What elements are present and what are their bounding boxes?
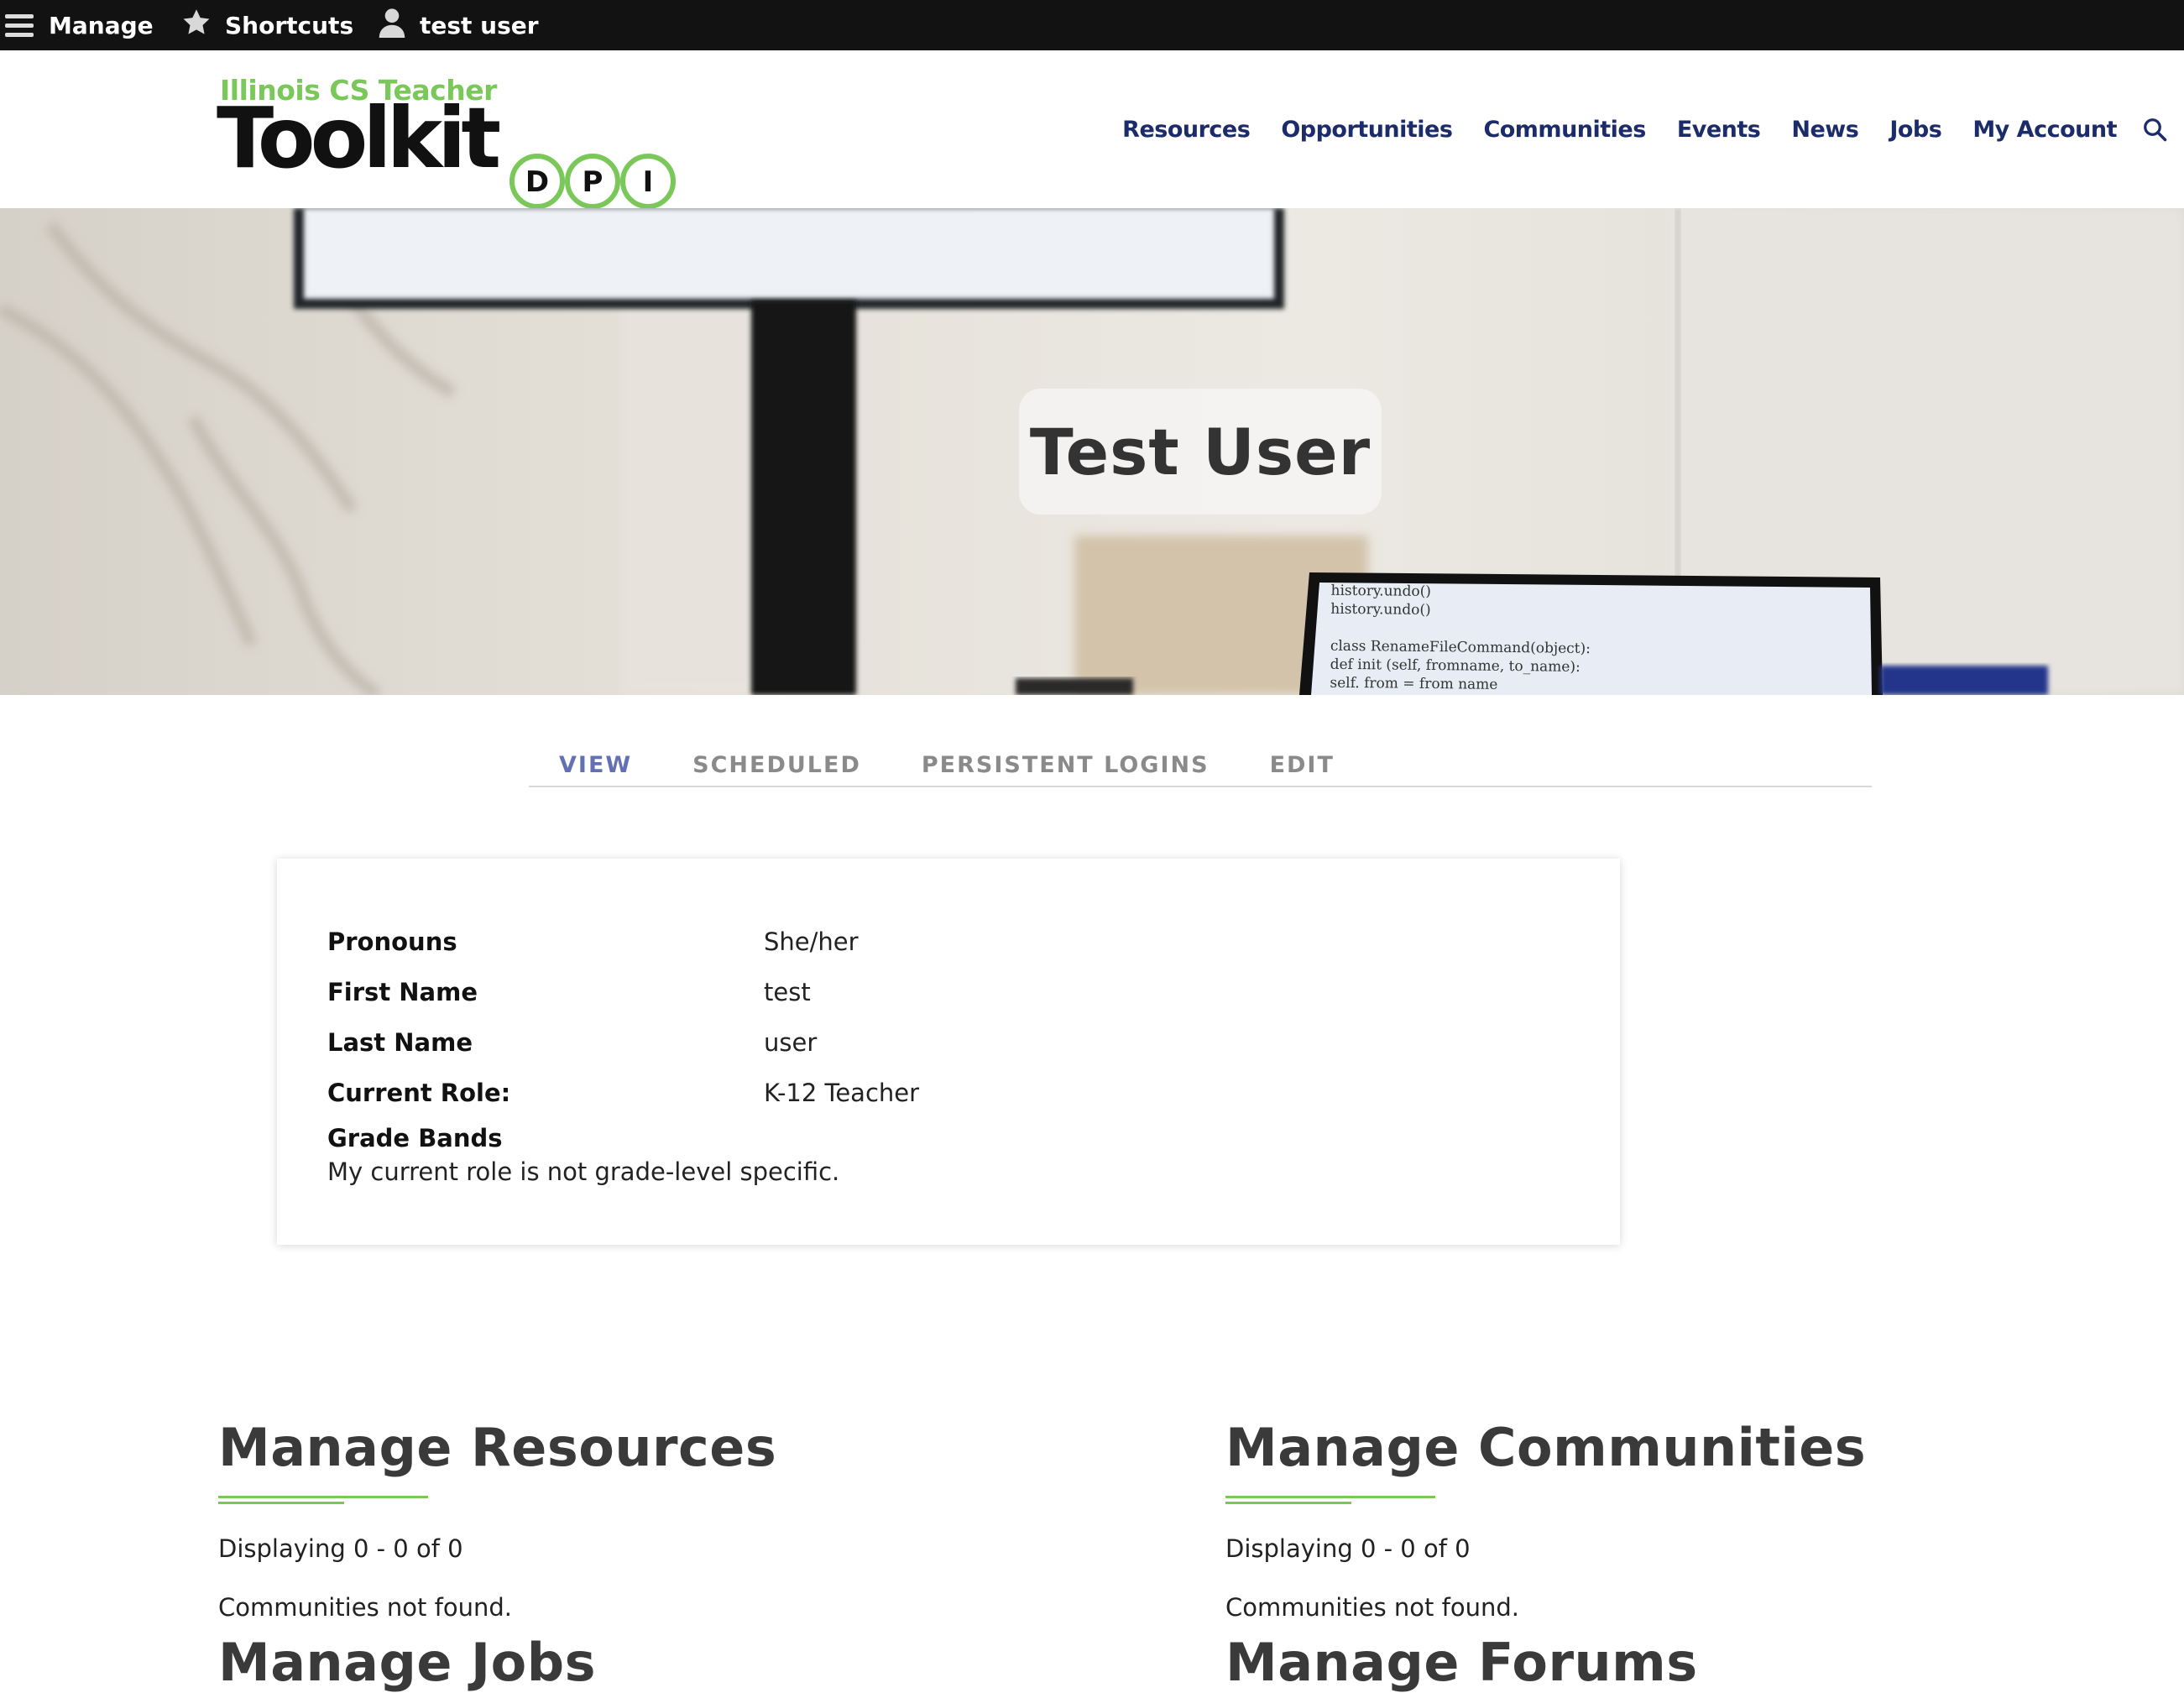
person-icon <box>378 8 406 44</box>
nav-resources[interactable]: Resources <box>1122 117 1251 143</box>
empty-message: Communities not found. <box>1225 1593 1519 1622</box>
user-tabs: VIEW SCHEDULED PERSISTENT LOGINS EDIT <box>529 739 1872 787</box>
grade-bands-value: My current role is not grade-level speci… <box>327 1157 840 1186</box>
shortcuts-label: Shortcuts <box>225 11 354 39</box>
nav-jobs[interactable]: Jobs <box>1889 117 1942 143</box>
result-count: Displaying 0 - 0 of 0 <box>1225 1534 1471 1563</box>
section-underline <box>218 1502 344 1504</box>
manage-label: Manage <box>49 11 154 39</box>
badge-letter-d: D <box>525 165 549 199</box>
page-title-box: Test User <box>1019 389 1382 515</box>
site-header: Illinois CS Teacher Toolkit D P I Resour… <box>0 50 2184 209</box>
section-title: Manage Resources <box>218 1417 777 1478</box>
field-label: Last Name <box>327 1028 473 1057</box>
star-icon <box>181 8 212 44</box>
field-value: K-12 Teacher <box>764 1079 920 1107</box>
laptop-code: history.undo() history.undo() class Rena… <box>1330 582 1851 695</box>
result-count: Displaying 0 - 0 of 0 <box>218 1534 463 1563</box>
user-label: test user <box>420 11 539 39</box>
nav-opportunities[interactable]: Opportunities <box>1281 117 1453 143</box>
dpi-badge: D P I <box>509 154 676 209</box>
search-icon[interactable] <box>2142 117 2167 142</box>
site-logo[interactable]: Illinois CS Teacher Toolkit D P I <box>217 74 690 209</box>
admin-toolbar: Manage Shortcuts test user <box>0 0 2184 50</box>
nav-news[interactable]: News <box>1791 117 1858 143</box>
section-underline <box>218 1496 428 1498</box>
section-title: Manage Jobs <box>218 1632 596 1693</box>
page-title: Test User <box>1029 414 1372 489</box>
hamburger-icon <box>5 13 35 38</box>
tab-edit[interactable]: EDIT <box>1270 739 1335 778</box>
nav-events[interactable]: Events <box>1677 117 1761 143</box>
empty-message: Communities not found. <box>218 1593 512 1622</box>
profile-card: Pronouns She/her First Name test Last Na… <box>277 859 1620 1245</box>
tab-scheduled[interactable]: SCHEDULED <box>692 739 861 778</box>
section-underline <box>1225 1496 1435 1498</box>
badge-letter-i: I <box>643 165 654 199</box>
field-value: test <box>764 978 811 1006</box>
grade-bands-label: Grade Bands <box>327 1124 503 1152</box>
hero-banner: history.undo() history.undo() class Rena… <box>0 208 2184 695</box>
shortcuts-button[interactable]: Shortcuts <box>181 0 353 50</box>
tab-persistent-logins[interactable]: PERSISTENT LOGINS <box>922 739 1210 778</box>
field-label: Pronouns <box>327 927 457 956</box>
section-title: Manage Forums <box>1225 1632 1698 1693</box>
nav-communities[interactable]: Communities <box>1483 117 1646 143</box>
user-button[interactable]: test user <box>378 0 539 50</box>
manage-resources-section: Manage Resources Displaying 0 - 0 of 0 C… <box>218 1417 1058 1693</box>
field-label: Current Role: <box>327 1079 511 1107</box>
badge-letter-p: P <box>583 165 603 199</box>
logo-title: Toolkit <box>217 89 501 187</box>
manage-communities-section: Manage Communities Displaying 0 - 0 of 0… <box>1225 1417 2065 1693</box>
section-title: Manage Communities <box>1225 1417 1867 1478</box>
field-label: First Name <box>327 978 478 1006</box>
field-value: user <box>764 1028 818 1057</box>
tab-view[interactable]: VIEW <box>559 739 632 778</box>
nav-my-account[interactable]: My Account <box>1972 117 2117 143</box>
manage-button[interactable]: Manage <box>5 0 154 50</box>
section-underline <box>1225 1502 1351 1504</box>
field-value: She/her <box>764 927 859 956</box>
main-nav: Resources Opportunities Communities Even… <box>1091 50 2167 208</box>
